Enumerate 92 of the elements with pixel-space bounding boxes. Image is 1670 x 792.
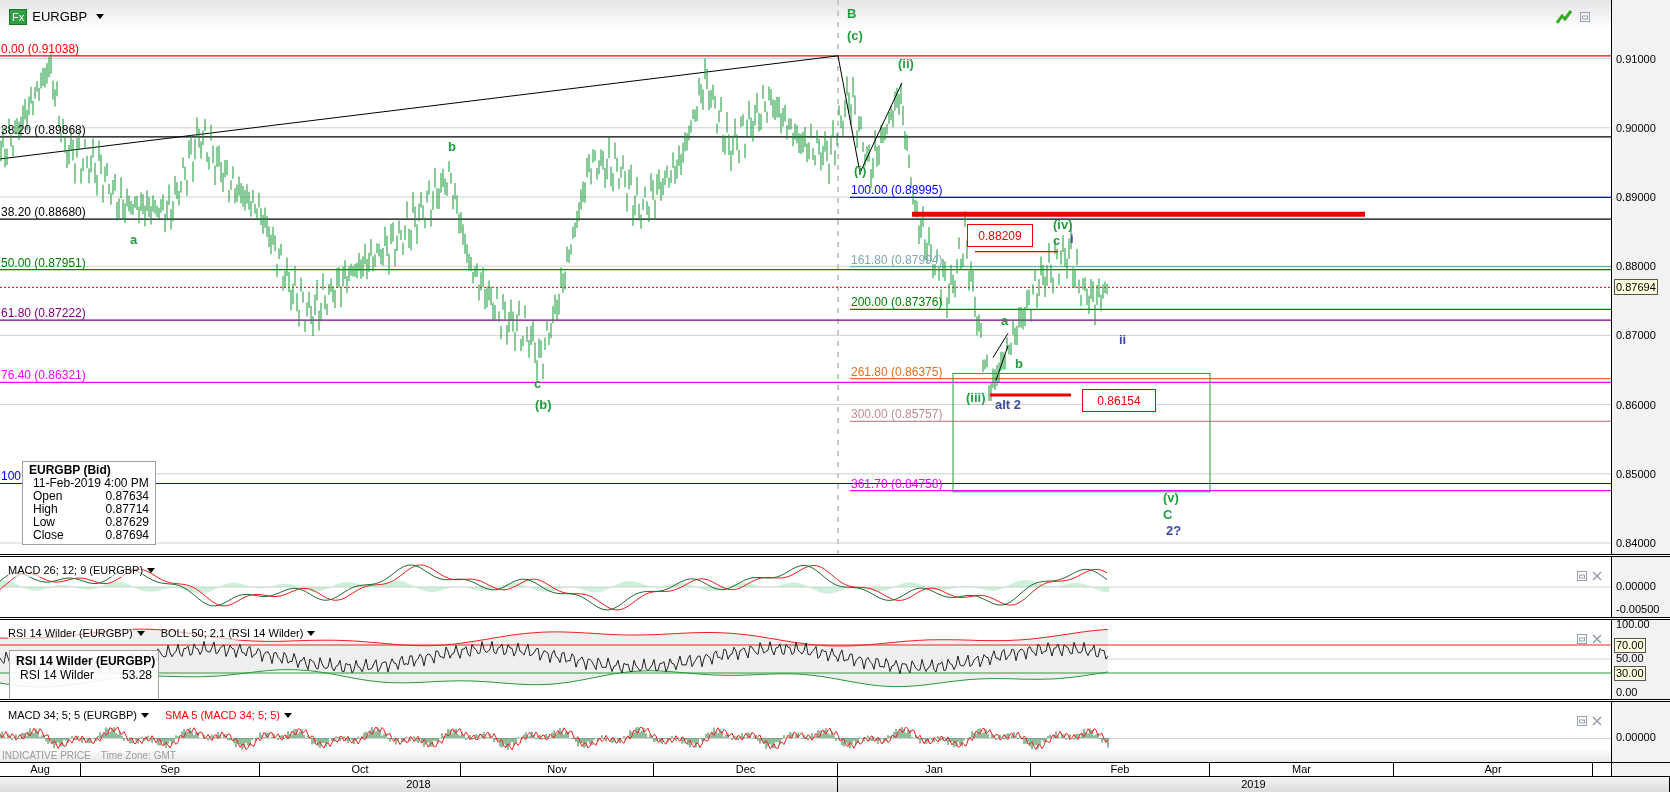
month-label: Feb	[1031, 763, 1210, 776]
indicator-legend[interactable]: BOLL 50; 2.1 (RSI 14 Wilder)	[160, 626, 304, 640]
wave-label: b	[1015, 357, 1023, 371]
month-label: Jan	[838, 763, 1031, 776]
tooltip-label: High	[33, 503, 58, 516]
fibonacci-level-label: 38.20 (0.89868)	[1, 121, 86, 139]
month-label: Nov	[461, 763, 654, 776]
wave-label: c	[1053, 234, 1061, 248]
axis-tick-label: 100.00	[1616, 618, 1650, 631]
axis-tick-label: 0.91000	[1616, 51, 1656, 66]
axis-tick-label: 0.00	[1616, 686, 1638, 699]
tooltip-label: Low	[33, 516, 55, 529]
year-label: 2018	[0, 777, 838, 792]
wave-label: (v)	[1163, 491, 1179, 505]
month-label: Sep	[81, 763, 260, 776]
indicator-legend[interactable]: RSI 14 Wilder (EURGBP)	[8, 626, 133, 640]
tooltip-label: Close	[33, 529, 64, 542]
indicator-legend[interactable]: MACD 34; 5; 5 (EURGBP)	[8, 708, 137, 722]
month-label: Dec	[654, 763, 838, 776]
wave-label: a	[130, 233, 138, 247]
restore-icon[interactable]	[1577, 716, 1587, 726]
fibonacci-level-label: 100.00 (0.88995)	[851, 182, 943, 200]
caret-icon[interactable]	[96, 14, 105, 20]
caret-icon[interactable]	[136, 630, 145, 636]
axis-tick-label: -0.00500	[1616, 603, 1660, 616]
month-label: Mar	[1210, 763, 1394, 776]
axis-tick-label: 0.88000	[1616, 259, 1656, 274]
axis-tick-label: 0.85000	[1616, 466, 1656, 481]
fibonacci-level-label: 261.80 (0.86375)	[851, 363, 943, 381]
indicator-legend[interactable]: SMA 5 (MACD 34; 5; 5)	[165, 708, 280, 722]
axis-tick-label: 0.89000	[1616, 190, 1656, 204]
tooltip-title: EURGBP (Bid)	[29, 464, 112, 477]
price-source-note: INDICATIVE PRICE	[2, 750, 91, 762]
restore-icon[interactable]	[1577, 634, 1587, 644]
price-annotation: 0.88209	[967, 224, 1033, 247]
last-price-marker: 0.87694	[1614, 279, 1658, 296]
restore-icon[interactable]	[1580, 12, 1590, 22]
wave-label: ii	[1119, 333, 1127, 347]
tooltip-label: RSI 14 Wilder	[20, 668, 95, 682]
wave-label: (i)	[854, 164, 867, 178]
wave-label: alt 2	[995, 398, 1021, 412]
caret-icon[interactable]	[141, 712, 149, 718]
tooltip-value: 0.87694	[105, 529, 149, 542]
tooltip-datetime: 11-Feb-2019 4:00 PM	[32, 477, 149, 490]
axis-tick-label: 0.00000	[1616, 731, 1656, 744]
tooltip-label: Open	[33, 490, 63, 503]
fibonacci-level-label: 0.00 (0.91038)	[1, 40, 80, 58]
caret-icon[interactable]	[283, 712, 292, 718]
price-annotation: 0.86154	[1082, 389, 1156, 412]
tooltip-value: 0.87714	[105, 503, 149, 516]
axis-tick-label: 0.90000	[1616, 120, 1656, 135]
wave-label: (ii)	[898, 57, 914, 71]
wave-label: (iii)	[966, 391, 986, 405]
caret-icon[interactable]	[307, 630, 316, 636]
restore-icon[interactable]	[1577, 571, 1587, 581]
tooltip-value: 0.87629	[105, 516, 149, 529]
indicator-legend[interactable]: MACD 26; 12; 9 (EURGBP)	[8, 563, 144, 577]
axis-tick-label: 0.87000	[1616, 328, 1656, 343]
chart-trend-icon[interactable]	[1556, 10, 1572, 24]
fibonacci-level-label: 300.00 (0.85757)	[851, 406, 943, 424]
close-icon[interactable]	[1592, 634, 1602, 644]
fibonacci-level-label: 200.00 (0.87376)	[851, 294, 943, 312]
wave-label: (iv)	[1053, 218, 1073, 232]
symbol-selector[interactable]: EURGBP	[32, 7, 88, 27]
wave-label: B	[847, 7, 857, 21]
axis-tick-label: 0.84000	[1616, 536, 1656, 550]
wave-label: (b)	[535, 398, 552, 412]
fibonacci-level-label: 38.20 (0.88680)	[1, 204, 86, 222]
wave-label: 2?	[1166, 524, 1182, 538]
axis-tick-label: 0.00000	[1616, 580, 1656, 593]
wave-label: b	[448, 140, 456, 154]
month-label: Aug	[0, 763, 81, 776]
year-label: 2019	[838, 777, 1670, 792]
month-label: Apr	[1394, 763, 1593, 776]
fibonacci-level-label: 50.00 (0.87951)	[1, 254, 86, 272]
axis-tick-label: 50.00	[1616, 652, 1644, 665]
fibonacci-level-label: 100	[1, 468, 22, 486]
wave-label: i	[1070, 232, 1074, 246]
close-icon[interactable]	[1592, 571, 1602, 581]
wave-label: C	[1163, 508, 1173, 522]
axis-tick-label: 0.86000	[1616, 397, 1656, 412]
level-marker: 70.00	[1614, 638, 1646, 653]
close-icon[interactable]	[1592, 716, 1602, 726]
tooltip-value: 0.87634	[105, 490, 149, 503]
timezone-note: Time Zone: GMT	[100, 750, 176, 762]
level-marker: 30.00	[1614, 666, 1646, 681]
fibonacci-level-label: 61.80 (0.87222)	[1, 305, 86, 323]
wave-label: (c)	[847, 29, 863, 43]
month-label: Oct	[260, 763, 461, 776]
fibonacci-level-label: 76.40 (0.86321)	[1, 367, 86, 385]
tooltip-value: 53.28	[121, 668, 152, 682]
caret-icon[interactable]	[147, 567, 156, 573]
